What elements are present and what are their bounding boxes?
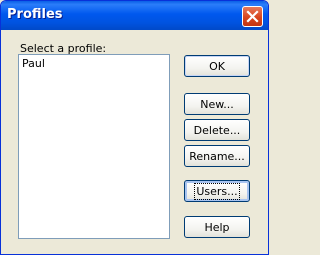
dialog-body: Select a profile: Paul OK New... Delete.… [4, 30, 265, 251]
users-button-label: Users... [194, 182, 240, 200]
help-button-label: Help [204, 220, 230, 234]
title-bar[interactable]: Profiles [1, 1, 268, 30]
profile-listbox[interactable]: Paul [18, 54, 170, 239]
rename-button-label: Rename... [189, 149, 245, 163]
window-title: Profiles [7, 7, 63, 22]
ok-button[interactable]: OK [184, 55, 250, 77]
users-button[interactable]: Users... [184, 180, 250, 202]
delete-button-label: Delete... [193, 123, 241, 137]
profile-list-item[interactable]: Paul [19, 55, 169, 72]
close-button[interactable] [242, 6, 263, 27]
rename-button[interactable]: Rename... [184, 145, 250, 167]
close-icon [246, 10, 259, 23]
delete-button[interactable]: Delete... [184, 119, 250, 141]
ok-button-label: OK [209, 59, 225, 73]
profiles-dialog: Profiles Select a profile: Paul OK New..… [0, 0, 269, 255]
new-button-label: New... [200, 97, 234, 111]
help-button[interactable]: Help [184, 216, 250, 238]
new-button[interactable]: New... [184, 93, 250, 115]
